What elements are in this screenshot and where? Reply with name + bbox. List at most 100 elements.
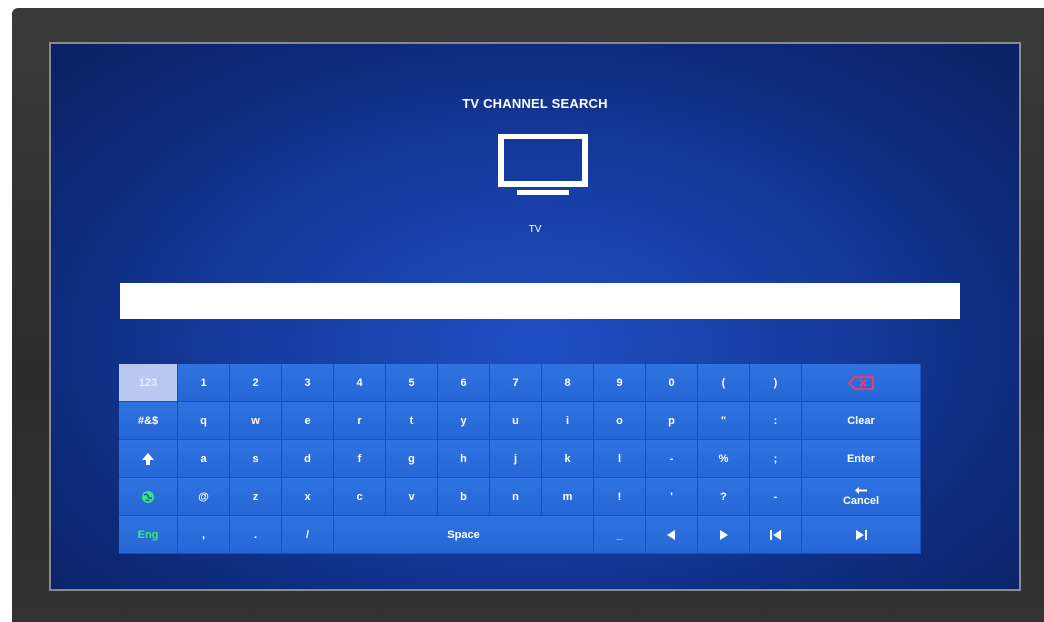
key-label: w — [251, 414, 260, 427]
key-underscore[interactable]: _ — [594, 516, 646, 554]
key-label: Space — [447, 528, 480, 541]
key-7[interactable]: 7 — [490, 364, 542, 402]
key-comma[interactable]: , — [178, 516, 230, 554]
key-label: x — [304, 490, 311, 503]
key-m[interactable]: m — [542, 478, 594, 516]
key-label: c — [356, 490, 363, 503]
key-label: 4 — [356, 376, 363, 389]
cursor-end-key[interactable] — [802, 516, 921, 554]
key-label: v — [408, 490, 415, 503]
key-label: b — [460, 490, 467, 503]
key-d[interactable]: d — [282, 440, 334, 478]
triangle-left-icon — [667, 529, 676, 540]
key-label: 0 — [668, 376, 675, 389]
key-percent[interactable]: % — [698, 440, 750, 478]
key-label: @ — [198, 490, 209, 503]
key-quote[interactable]: " — [698, 402, 750, 440]
key-apostrophe[interactable]: ' — [646, 478, 698, 516]
key-label: a — [200, 452, 207, 465]
skip-end-icon — [855, 529, 867, 540]
key-label: m — [562, 490, 573, 503]
cancel-key[interactable]: Cancel — [802, 478, 921, 516]
key-label: : — [773, 414, 778, 427]
key-3[interactable]: 3 — [282, 364, 334, 402]
key-slash[interactable]: / — [282, 516, 334, 554]
key-exclamation[interactable]: ! — [594, 478, 646, 516]
key-label: 2 — [252, 376, 259, 389]
key-open-paren[interactable]: ( — [698, 364, 750, 402]
key-w[interactable]: w — [230, 402, 282, 440]
shift-key[interactable] — [119, 440, 178, 478]
key-n[interactable]: n — [490, 478, 542, 516]
key-at[interactable]: @ — [178, 478, 230, 516]
key-4[interactable]: 4 — [334, 364, 386, 402]
key-label: #&$ — [137, 414, 159, 427]
key-label: j — [513, 452, 518, 465]
key-period[interactable]: . — [230, 516, 282, 554]
key-label: n — [512, 490, 519, 503]
cursor-start-key[interactable] — [750, 516, 802, 554]
key-q[interactable]: q — [178, 402, 230, 440]
key-symbols[interactable]: #&$ — [119, 402, 178, 440]
key-e[interactable]: e — [282, 402, 334, 440]
language-globe-key[interactable] — [119, 478, 178, 516]
key-dash[interactable]: - — [750, 478, 802, 516]
key-c[interactable]: c — [334, 478, 386, 516]
source-label: TV — [528, 224, 542, 235]
key-0[interactable]: 0 — [646, 364, 698, 402]
key-label: t — [409, 414, 414, 427]
key-2[interactable]: 2 — [230, 364, 282, 402]
key-l[interactable]: l — [594, 440, 646, 478]
key-y[interactable]: y — [438, 402, 490, 440]
key-h[interactable]: h — [438, 440, 490, 478]
key-label: 7 — [512, 376, 519, 389]
key-t[interactable]: t — [386, 402, 438, 440]
key-j[interactable]: j — [490, 440, 542, 478]
language-key[interactable]: Eng — [119, 516, 178, 554]
key-label: s — [252, 452, 259, 465]
enter-key[interactable]: Enter — [802, 440, 921, 478]
key-label: 8 — [564, 376, 571, 389]
key-6[interactable]: 6 — [438, 364, 490, 402]
key-p[interactable]: p — [646, 402, 698, 440]
key-1[interactable]: 1 — [178, 364, 230, 402]
clear-key[interactable]: Clear — [802, 402, 921, 440]
key-u[interactable]: u — [490, 402, 542, 440]
key-label: ? — [720, 490, 727, 503]
key-r[interactable]: r — [334, 402, 386, 440]
key-label: " — [720, 414, 727, 427]
key-8[interactable]: 8 — [542, 364, 594, 402]
backspace-key[interactable] — [802, 364, 921, 402]
key-label: k — [564, 452, 571, 465]
key-hyphen[interactable]: - — [646, 440, 698, 478]
space-key[interactable]: Space — [334, 516, 594, 554]
key-z[interactable]: z — [230, 478, 282, 516]
key-a[interactable]: a — [178, 440, 230, 478]
tv-screen: TV CHANNEL SEARCH TV 123 1 2 3 4 5 6 7 8 9 0() #&$ q… — [49, 42, 1021, 591]
key-g[interactable]: g — [386, 440, 438, 478]
key-o[interactable]: o — [594, 402, 646, 440]
key-i[interactable]: i — [542, 402, 594, 440]
key-label: ' — [670, 490, 673, 503]
key-colon[interactable]: : — [750, 402, 802, 440]
key-semicolon[interactable]: ; — [750, 440, 802, 478]
key-5[interactable]: 5 — [386, 364, 438, 402]
key-x[interactable]: x — [282, 478, 334, 516]
key-label: / — [305, 528, 310, 541]
key-v[interactable]: v — [386, 478, 438, 516]
key-label: o — [616, 414, 623, 427]
key-close-paren[interactable]: ) — [750, 364, 802, 402]
key-s[interactable]: s — [230, 440, 282, 478]
search-input[interactable] — [120, 283, 960, 319]
key-question[interactable]: ? — [698, 478, 750, 516]
cursor-right-key[interactable] — [698, 516, 750, 554]
key-f[interactable]: f — [334, 440, 386, 478]
key-123[interactable]: 123 — [119, 364, 178, 402]
key-b[interactable]: b — [438, 478, 490, 516]
skip-start-icon — [770, 529, 781, 540]
key-9[interactable]: 9 — [594, 364, 646, 402]
key-label: f — [357, 452, 362, 465]
key-k[interactable]: k — [542, 440, 594, 478]
cursor-left-key[interactable] — [646, 516, 698, 554]
key-label: % — [718, 452, 729, 465]
